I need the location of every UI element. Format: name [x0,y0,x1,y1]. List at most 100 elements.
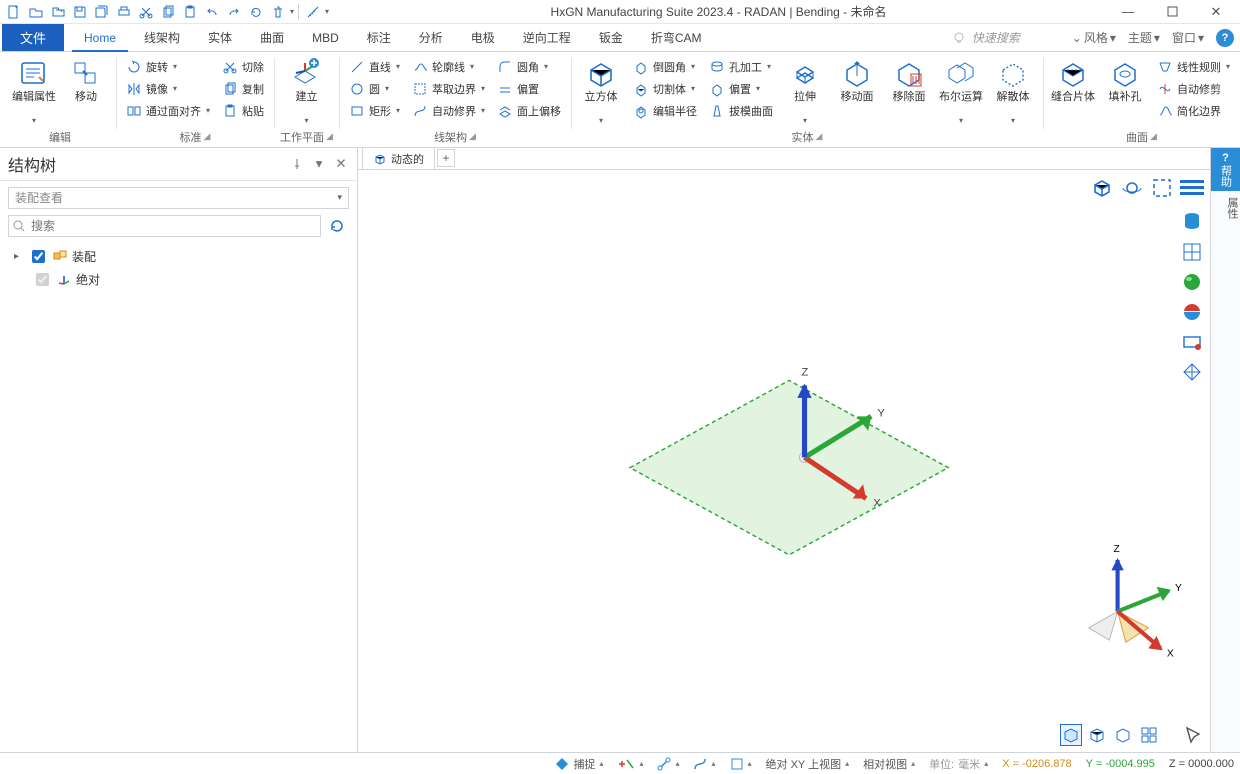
tab-solid[interactable]: 实体 [194,24,246,51]
cube-button[interactable]: 立方体▾ [577,56,625,128]
line-button[interactable]: 直线▾ [345,56,404,77]
style-menu[interactable]: ⌄ 风格 ▾ [1072,29,1116,46]
tree-root-label: 装配 [72,248,96,265]
align-by-face-button[interactable]: 通过面对齐▾ [122,100,214,121]
window-menu[interactable]: 窗口 ▾ [1172,29,1204,46]
close-button[interactable]: ✕ [1196,1,1236,23]
panel-pin-button[interactable] [289,156,305,172]
face-offset-button[interactable]: 面上偏移 [493,100,565,121]
status-tool-3[interactable]: ▴ [693,757,715,771]
help-badge[interactable]: ? [1216,29,1234,47]
minimize-button[interactable]: — [1108,1,1148,23]
fill-hole-icon [1109,58,1141,90]
tab-wireframe[interactable]: 线架构 [130,24,194,51]
status-view-abs[interactable]: 绝对 XY 上视图▴ [766,756,850,772]
status-tool-4[interactable]: ▴ [730,757,752,771]
remove-face-button[interactable]: 移除面 [885,56,933,119]
auto-trim-button[interactable]: 自动修剪 [1153,78,1234,99]
status-tool-1[interactable]: ▴ [617,757,643,771]
qat-print-icon[interactable] [114,2,134,22]
tab-mbd[interactable]: MBD [298,24,353,51]
status-units[interactable]: 单位: 毫米▴ [929,756,988,772]
boolean-button[interactable]: 布尔运算▾ [937,56,985,128]
status-snap[interactable]: 捕捉▴ [555,756,603,772]
panel-menu-button[interactable]: ▾ [311,156,327,172]
linear-rule-button[interactable]: 线性规则▾ [1153,56,1234,77]
doc-tab-active[interactable]: 动态的 [362,147,435,169]
quick-search[interactable]: 快速搜索 [952,29,1020,46]
tab-electrode[interactable]: 电极 [457,24,509,51]
offset-button[interactable]: 偏置 [493,78,565,99]
copy-button[interactable]: 复制 [218,78,268,99]
fillet-button[interactable]: 圆角▾ [493,56,565,77]
tab-bend-cam[interactable]: 折弯CAM [637,24,716,51]
extrude-button[interactable]: 拉伸▾ [781,56,829,128]
tree-frame-node[interactable]: 绝对 [8,268,349,291]
structure-tree[interactable]: ▸ 装配 绝对 [0,243,357,752]
help-tab[interactable]: ? 帮助 [1211,148,1240,191]
qat-redo-icon[interactable] [224,2,244,22]
qat-delete-icon[interactable] [268,2,288,22]
twisty-icon[interactable]: ▸ [14,251,24,262]
tree-view-combo[interactable]: 装配查看 ▾ [8,187,349,209]
curve-button[interactable]: 自动修界▾ [408,100,489,121]
fill-hole-button[interactable]: 填补孔 [1101,56,1149,119]
chamfer-button[interactable]: 倒圆角▾ [629,56,701,77]
qat-save-all-icon[interactable] [92,2,112,22]
solid-offset-button[interactable]: 偏置▾ [705,78,777,99]
shell-button[interactable]: 切割体▾ [629,78,701,99]
qat-open-icon[interactable] [26,2,46,22]
create-plane-button[interactable]: 建立▾ [282,56,330,128]
circle-button[interactable]: 圆▾ [345,78,404,99]
qat-save-icon[interactable] [70,2,90,22]
tree-search-input[interactable] [8,215,321,237]
move-button[interactable]: 移动 [62,56,110,119]
mirror-button[interactable]: 镜像▾ [122,78,214,99]
draft-button[interactable]: 拔模曲面 [705,100,777,121]
tree-root-node[interactable]: ▸ 装配 [8,245,349,268]
tree-search-field[interactable] [29,218,316,234]
properties-tab[interactable]: 属性 [1211,191,1240,225]
paste-button[interactable]: 粘贴 [218,100,268,121]
maximize-button[interactable] [1152,1,1192,23]
cut-button[interactable]: 切除 [218,56,268,77]
panel-close-button[interactable]: ✕ [333,156,349,172]
viewport[interactable]: X Y Z [358,170,1210,752]
qat-new-icon[interactable] [4,2,24,22]
rect-button[interactable]: 矩形▾ [345,100,404,121]
qat-undo-icon[interactable] [202,2,222,22]
tab-home[interactable]: Home [70,24,130,51]
tree-frame-check[interactable] [36,273,49,286]
extract-edges-button[interactable]: 萃取边界▾ [408,78,489,99]
status-view-rel[interactable]: 相对视图▴ [863,756,915,772]
tab-reverse[interactable]: 逆向工程 [509,24,585,51]
add-doc-tab[interactable]: + [437,149,455,167]
tree-root-check[interactable] [32,250,45,263]
qat-measure-icon[interactable] [303,2,323,22]
tab-analyze[interactable]: 分析 [405,24,457,51]
hole-button[interactable]: 孔加工▾ [705,56,777,77]
move-face-button[interactable]: 移动面 [833,56,881,119]
qat-open-multi-icon[interactable] [48,2,68,22]
stitch-button[interactable]: 缝合片体 [1049,56,1097,119]
align-icon [126,103,142,119]
simplify-button[interactable]: 简化边界 [1153,100,1234,121]
tab-surface[interactable]: 曲面 [246,24,298,51]
qat-paste-icon[interactable] [180,2,200,22]
move-icon [70,58,102,90]
tab-annotate[interactable]: 标注 [353,24,405,51]
edit-radius-button[interactable]: 编辑半径 [629,100,701,121]
explode-button[interactable]: 解散体▾ [989,56,1037,128]
edit-properties-button[interactable]: 编辑属性▾ [10,56,58,128]
theme-menu[interactable]: 主题 ▾ [1128,29,1160,46]
rotate-button[interactable]: 旋转▾ [122,56,214,77]
document-tabs: 动态的 + [358,148,1210,170]
tab-sheetmetal[interactable]: 钣金 [585,24,637,51]
profile-button[interactable]: 轮廓线▾ [408,56,489,77]
status-tool-2[interactable]: ▴ [657,757,679,771]
qat-refresh-icon[interactable] [246,2,266,22]
tab-file[interactable]: 文件 [2,24,64,51]
qat-cut-icon[interactable] [136,2,156,22]
tree-refresh-button[interactable] [325,215,349,237]
qat-copy-icon[interactable] [158,2,178,22]
